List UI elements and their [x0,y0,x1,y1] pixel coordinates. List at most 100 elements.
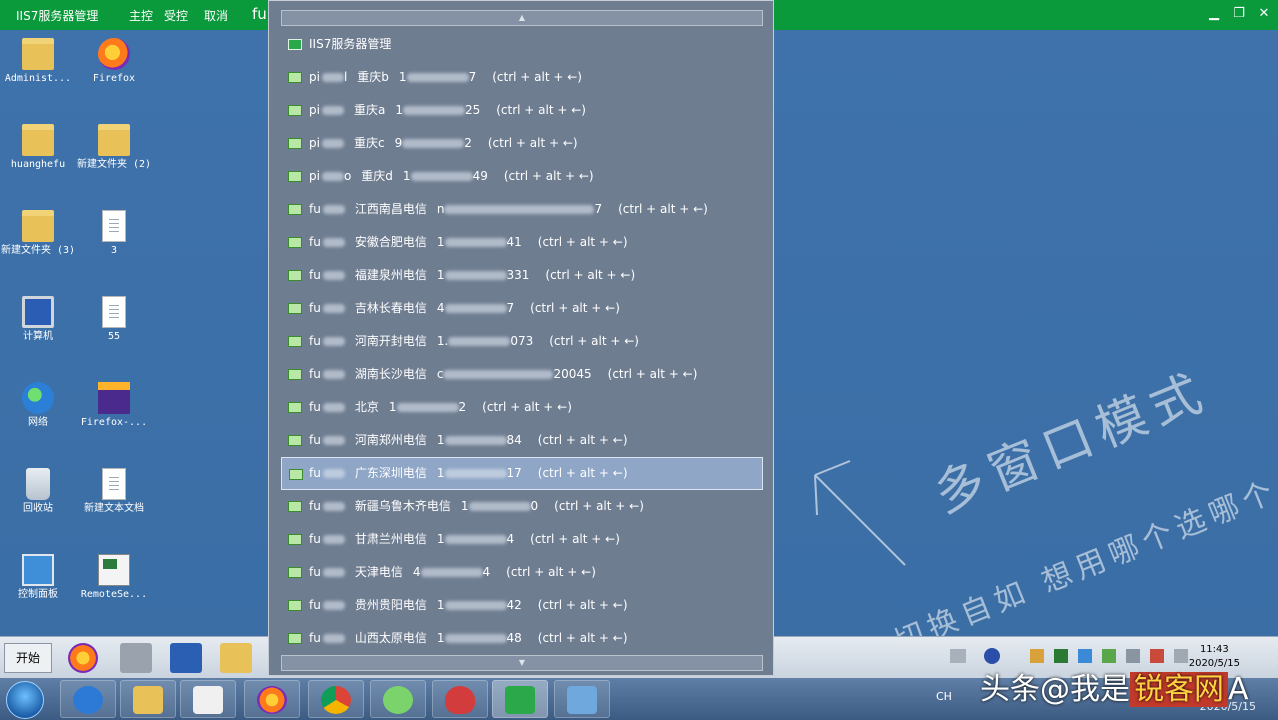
server-list-item[interactable]: fu 福建泉州电信 1 331 (ctrl + alt + ←) [281,259,763,292]
server-list-item[interactable]: fu 新疆乌鲁木齐电信 1 0 (ctrl + alt + ←) [281,490,763,523]
desktop-icon-control-panel[interactable]: 控制面板 [0,554,76,600]
server-region: 广东深圳电信 [354,466,427,480]
wechat-icon [383,686,413,714]
server-address-start: 4 [436,301,445,315]
server-list-item[interactable]: pi 重庆c 9 2 (ctrl + alt + ←) [281,127,763,160]
server-region: 吉林长春电信 [354,301,427,315]
wechat-taskbar-button[interactable] [370,680,426,718]
scroll-up-button[interactable]: ▲ [281,10,763,26]
server-list-item[interactable]: fu 安徽合肥电信 1 41 (ctrl + alt + ←) [281,226,763,259]
redacted-name [321,172,344,181]
volume-muted-icon[interactable] [1150,649,1164,663]
server-list-item[interactable]: fu 河南郑州电信 1 84 (ctrl + alt + ←) [281,424,763,457]
redacted-name [322,205,345,214]
menu-controlled[interactable]: 受控 [164,7,188,24]
remote-desktop-taskbar-button[interactable] [554,680,610,718]
network-tray-icon[interactable] [1126,649,1140,663]
server-hotkey: (ctrl + alt + ←) [496,103,586,117]
desktop-icon-firefox[interactable]: Firefox [76,38,152,84]
server-monitor-icon [288,171,302,182]
shield-taskbar-button[interactable] [432,680,488,718]
server-name-prefix: fu [309,202,321,216]
flag-icon[interactable] [1174,649,1188,663]
chrome-taskbar-button[interactable] [308,680,364,718]
server-region: 江西南昌电信 [354,202,427,216]
server-hotkey: (ctrl + alt + ←) [530,301,620,315]
server-region: 重庆a [353,103,386,117]
explorer-taskbar-button[interactable] [120,680,176,718]
close-icon[interactable]: ✕ [1254,6,1274,21]
ie-taskbar-button[interactable] [60,680,116,718]
server-list-item[interactable]: fu 广东深圳电信 1 17 (ctrl + alt + ←) [281,457,763,490]
server-address-start: 4 [412,565,421,579]
windows-start-icon[interactable] [6,681,44,719]
desktop-icon-new-folder-3[interactable]: 新建文件夹 (3) [0,210,76,256]
source-watermark: 头条@我是 锐客网 A [980,672,1249,707]
server-hotkey: (ctrl + alt + ←) [545,268,636,282]
server-list-item[interactable]: fu 湖南长沙电信 c 20045 (ctrl + alt + ←) [281,358,763,391]
firefox-icon [257,686,287,714]
firefox-taskbar-button[interactable] [244,680,300,718]
server-hotkey: (ctrl + alt + ←) [537,598,628,612]
desktop-icon-recycle-bin[interactable]: 回收站 [0,468,76,514]
address-fragment[interactable]: fu [252,5,267,23]
menu-master[interactable]: 主控 [129,7,153,24]
server-monitor-icon [288,336,302,347]
document-icon [102,210,126,242]
scroll-down-button[interactable]: ▼ [281,655,763,671]
server-manager-icon[interactable] [120,643,152,673]
iis7-taskbar-button[interactable] [492,680,548,718]
server-region: 贵州贵阳电信 [354,598,427,612]
redacted-name [322,469,345,478]
restore-icon[interactable]: ❐ [1229,6,1249,21]
media-taskbar-button[interactable] [180,680,236,718]
server-address-start: 1 [436,532,445,546]
server-list-item[interactable]: fu 吉林长春电信 4 7 (ctrl + alt + ←) [281,292,763,325]
minimize-icon[interactable]: ▁ [1204,6,1224,21]
desktop-icon-new-text-doc[interactable]: 新建文本文档 [76,468,152,514]
server-address-start: 1 [436,631,445,645]
desktop-icon-firefox-installer[interactable]: Firefox-... [76,382,152,428]
desktop-icon-huanghefu[interactable]: huanghefu [0,124,76,170]
keyboard-icon[interactable] [950,649,966,663]
desktop-icon-computer[interactable]: 计算机 [0,296,76,342]
desktop-icon-administrator[interactable]: Administ... [0,38,76,84]
help-icon[interactable] [984,648,1000,664]
server-address-start: 1 [436,235,445,249]
tray-app-icon[interactable] [1030,649,1044,663]
server-list-item[interactable]: pi l 重庆b 1 7 (ctrl + alt + ←) [281,61,763,94]
desktop-icon-remote-settings[interactable]: RemoteSe... [76,554,152,600]
server-monitor-icon [289,469,303,480]
explorer-icon[interactable] [220,643,252,673]
tray-app-icon[interactable] [1054,649,1068,663]
server-address-start: 1 [436,598,445,612]
desktop-icon-network[interactable]: 网络 [0,382,76,428]
server-list-item[interactable]: fu 北京 1 2 (ctrl + alt + ←) [281,391,763,424]
server-monitor-icon [288,369,302,380]
server-monitor-icon [288,237,302,248]
desktop-icon-new-folder-2[interactable]: 新建文件夹 (2) [76,124,152,170]
language-indicator[interactable]: CH [936,690,952,703]
server-list-item[interactable]: fu 甘肃兰州电信 1 4 (ctrl + alt + ←) [281,523,763,556]
server-group-header[interactable]: IIS7服务器管理 [281,28,763,61]
server-hotkey: (ctrl + alt + ←) [537,433,628,447]
remote-start-button[interactable]: 开始 [4,643,52,673]
server-list-item[interactable]: fu 河南开封电信 1. 073 (ctrl + alt + ←) [281,325,763,358]
server-list-item[interactable]: pi 重庆a 1 25 (ctrl + alt + ←) [281,94,763,127]
server-list-item[interactable]: fu 天津电信 4 4 (ctrl + alt + ←) [281,556,763,589]
tray-check-icon[interactable] [1102,649,1116,663]
menu-cancel[interactable]: 取消 [204,7,228,24]
powershell-icon[interactable] [170,643,202,673]
server-list-item[interactable]: fu 贵州贵阳电信 1 42 (ctrl + alt + ←) [281,589,763,622]
tray-app-icon[interactable] [1078,649,1092,663]
desktop-icon-file-55[interactable]: 55 [76,296,152,342]
server-monitor-icon [288,402,302,413]
app-title: IIS7服务器管理 [16,9,99,23]
server-address-start: 1 [388,400,397,414]
server-list-item[interactable]: fu 江西南昌电信 n 7 (ctrl + alt + ←) [281,193,763,226]
desktop-icon-file-3[interactable]: 3 [76,210,152,256]
iis7-icon [288,39,302,50]
firefox-icon[interactable] [68,643,98,673]
server-list-item[interactable]: fu 山西太原电信 1 48 (ctrl + alt + ←) [281,622,763,655]
server-list-item[interactable]: pi o 重庆d 1 49 (ctrl + alt + ←) [281,160,763,193]
